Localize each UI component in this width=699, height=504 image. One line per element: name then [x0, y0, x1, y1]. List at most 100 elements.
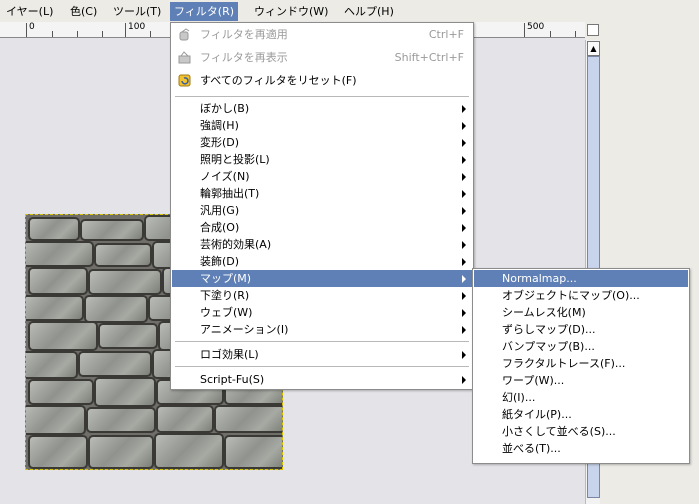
- menu-item-label: 装飾(D): [200, 255, 240, 268]
- filter-reshow-icon: [178, 51, 191, 64]
- menu-item-tile[interactable]: 並べる(T)...: [474, 440, 688, 457]
- ruler-major-tick: [125, 23, 126, 37]
- menu-item-label: ウェブ(W): [200, 306, 253, 319]
- menu-item-label: 並べる(T)...: [502, 442, 561, 455]
- submenu-arrow-icon: [462, 105, 466, 113]
- menu-tools[interactable]: ツール(T): [109, 3, 165, 20]
- menu-item-label: フィルタを再適用: [200, 28, 288, 41]
- stone: [26, 241, 94, 267]
- stone: [28, 379, 94, 405]
- submenu-arrow-icon: [462, 351, 466, 359]
- menu-item-label: 小さくして並べる(S)...: [502, 425, 616, 438]
- menu-item-paper-tile[interactable]: 紙タイル(P)...: [474, 406, 688, 423]
- stone: [26, 405, 86, 435]
- stone: [88, 269, 162, 295]
- menu-item-label: Normalmap...: [502, 272, 577, 285]
- menu-item-label: 紙タイル(P)...: [502, 408, 572, 421]
- ruler-tick: [77, 31, 78, 37]
- menu-layer[interactable]: イヤー(L): [2, 3, 57, 20]
- stone: [28, 217, 80, 241]
- menu-filters[interactable]: フィルタ(R): [170, 2, 239, 21]
- menu-item-artistic[interactable]: 芸術的効果(A): [172, 236, 472, 253]
- menu-item-illusion[interactable]: 幻(I)...: [474, 389, 688, 406]
- menu-item-label: 輪郭抽出(T): [200, 187, 260, 200]
- menu-item-label: マップ(M): [200, 272, 252, 285]
- submenu-arrow-icon: [462, 207, 466, 215]
- menu-item-label: ロゴ効果(L): [200, 348, 259, 361]
- stone: [26, 351, 78, 379]
- menu-item-label: アニメーション(I): [200, 323, 289, 336]
- ruler-major-tick: [26, 23, 27, 37]
- menu-item-make-seamless[interactable]: シームレス化(M): [474, 304, 688, 321]
- menu-item-label: 幻(I)...: [502, 391, 536, 404]
- menu-item-label: シームレス化(M): [502, 306, 586, 319]
- submenu-arrow-icon: [462, 122, 466, 130]
- ruler-tick: [102, 31, 103, 37]
- menu-item-enhance[interactable]: 強調(H): [172, 117, 472, 134]
- stone: [28, 435, 88, 469]
- stone: [28, 321, 98, 351]
- menu-item-bump-map[interactable]: バンプマップ(B)...: [474, 338, 688, 355]
- navigate-button[interactable]: [587, 24, 599, 36]
- stone: [154, 433, 224, 469]
- stone: [86, 407, 156, 433]
- menu-item-displace[interactable]: ずらしマップ(D)...: [474, 321, 688, 338]
- filters-menu: フィルタを再適用 Ctrl+F フィルタを再表示 Shift+Ctrl+F すべ…: [170, 22, 474, 390]
- menu-item-animation[interactable]: アニメーション(I): [172, 321, 472, 338]
- menu-item-reset-filters[interactable]: すべてのフィルタをリセット(F): [172, 72, 472, 89]
- menu-item-fractal-trace[interactable]: フラクタルトレース(F)...: [474, 355, 688, 372]
- menu-item-blur[interactable]: ぼかし(B): [172, 100, 472, 117]
- menu-item-decor[interactable]: 装飾(D): [172, 253, 472, 270]
- stone: [214, 405, 282, 433]
- submenu-arrow-icon: [462, 326, 466, 334]
- menu-item-label: バンプマップ(B)...: [502, 340, 595, 353]
- ruler-tick: [52, 31, 53, 37]
- map-submenu: Normalmap... オブジェクトにマップ(O)... シームレス化(M) …: [472, 268, 690, 464]
- menu-item-small-tiles[interactable]: 小さくして並べる(S)...: [474, 423, 688, 440]
- submenu-arrow-icon: [462, 224, 466, 232]
- menu-item-label: フィルタを再表示: [200, 51, 288, 64]
- menu-item-label: ぼかし(B): [200, 102, 250, 115]
- menu-item-noise[interactable]: ノイズ(N): [172, 168, 472, 185]
- menu-item-shortcut: Ctrl+F: [428, 28, 464, 41]
- menu-item-edge-detect[interactable]: 輪郭抽出(T): [172, 185, 472, 202]
- submenu-arrow-icon: [462, 309, 466, 317]
- stone: [80, 219, 144, 241]
- stone: [88, 435, 154, 469]
- stone: [224, 435, 282, 469]
- menu-item-label: ノイズ(N): [200, 170, 250, 183]
- ruler-tick: [575, 31, 576, 37]
- ruler-label: 0: [29, 22, 35, 32]
- menu-item-distorts[interactable]: 変形(D): [172, 134, 472, 151]
- stone: [84, 295, 148, 323]
- stone: [28, 267, 88, 295]
- submenu-arrow-icon: [462, 241, 466, 249]
- ruler-major-tick: [524, 23, 525, 37]
- filter-repeat-icon: [179, 28, 190, 41]
- ruler-tick: [550, 31, 551, 37]
- scroll-up-arrow-icon[interactable]: ▲: [587, 41, 600, 56]
- menu-item-logo-effects[interactable]: ロゴ効果(L): [172, 346, 472, 363]
- menu-item-label: すべてのフィルタをリセット(F): [200, 74, 357, 87]
- stone: [94, 243, 152, 267]
- menu-color[interactable]: 色(C): [66, 3, 101, 20]
- menu-item-script-fu[interactable]: Script-Fu(S): [172, 371, 472, 388]
- menu-item-map-object[interactable]: オブジェクトにマップ(O)...: [474, 287, 688, 304]
- menu-windows[interactable]: ウィンドウ(W): [250, 3, 332, 20]
- menu-item-light-shadow[interactable]: 照明と投影(L): [172, 151, 472, 168]
- menu-item-generic[interactable]: 汎用(G): [172, 202, 472, 219]
- menu-separator: [175, 341, 469, 343]
- menu-item-web[interactable]: ウェブ(W): [172, 304, 472, 321]
- menu-item-label: 合成(O): [200, 221, 240, 234]
- menu-item-map[interactable]: マップ(M): [172, 270, 472, 287]
- filter-reset-icon: [178, 74, 191, 87]
- menu-item-warp[interactable]: ワープ(W)...: [474, 372, 688, 389]
- menu-help[interactable]: ヘルプ(H): [340, 3, 398, 20]
- submenu-arrow-icon: [462, 292, 466, 300]
- menu-item-render[interactable]: 下塗り(R): [172, 287, 472, 304]
- menu-item-label: 照明と投影(L): [200, 153, 270, 166]
- menu-item-normalmap[interactable]: Normalmap...: [474, 270, 688, 287]
- menu-item-combine[interactable]: 合成(O): [172, 219, 472, 236]
- submenu-arrow-icon: [462, 173, 466, 181]
- menu-item-reshow-filter: フィルタを再表示 Shift+Ctrl+F: [172, 49, 472, 66]
